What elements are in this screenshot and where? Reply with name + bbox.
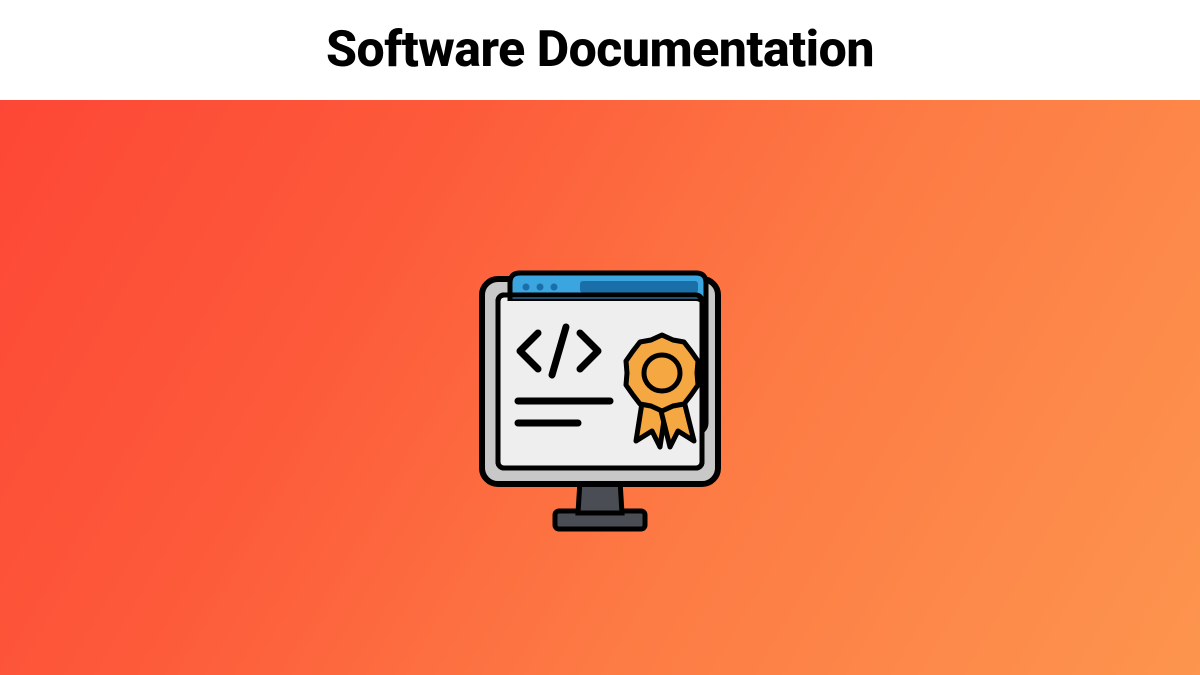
hero-area	[0, 100, 1200, 675]
header-bar: Software Documentation	[0, 0, 1200, 100]
computer-code-certificate-icon	[460, 243, 740, 533]
page-title: Software Documentation	[326, 21, 874, 79]
